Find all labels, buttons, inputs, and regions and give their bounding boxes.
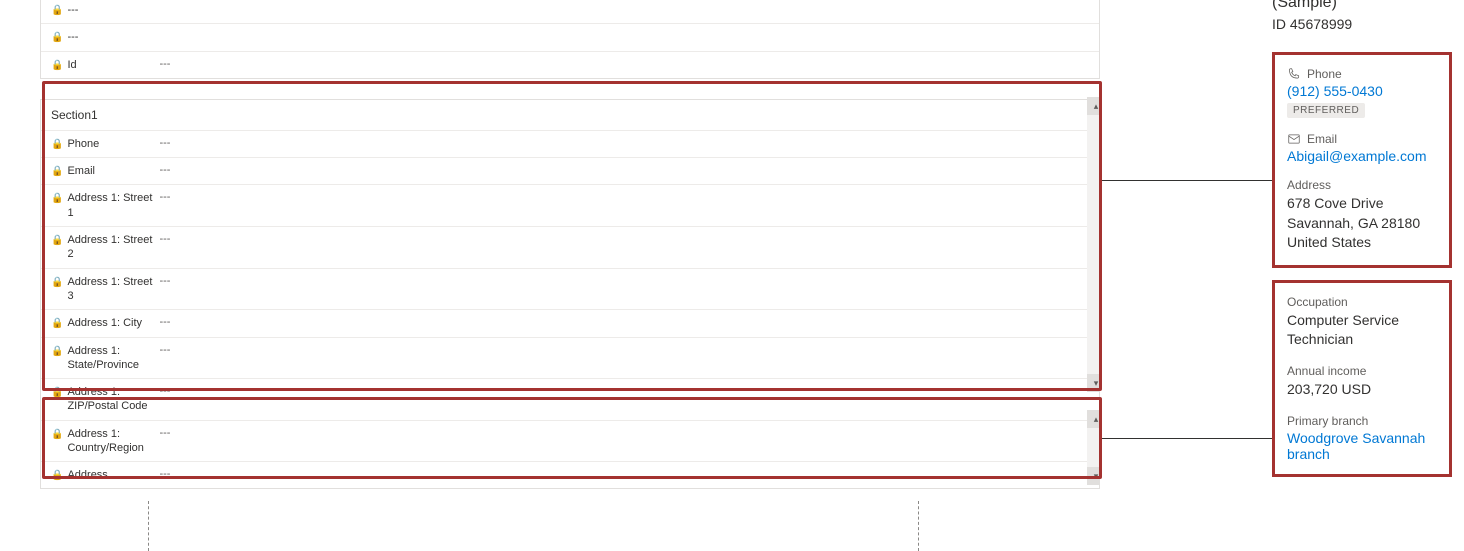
preview-address-value: 678 Cove Drive Savannah, GA 28180 United… [1287,194,1437,253]
field-row[interactable]: 🔒Address 1: ZIP/Postal Code--- [41,379,1099,421]
preview-box-contact: Phone (912) 555-0430 PREFERRED Email Abi… [1272,52,1452,268]
field-row[interactable]: 🔒Address 1: City--- [41,310,1099,337]
section2-scrollbar[interactable]: ▴ ▾ [1087,410,1100,485]
lock-icon: 🔒 [51,344,63,358]
lock-icon: 🔒 [51,191,63,205]
scroll-down-button[interactable]: ▾ [1087,374,1100,392]
lock-icon: 🔒 [51,427,63,441]
lock-icon: 🔒 [51,275,63,289]
field-value: --- [153,427,1089,439]
lock-icon: 🔒 [51,164,63,178]
field-label: Address [63,468,153,482]
field-row[interactable]: 🔒Address--- [41,462,1099,488]
sample-title: (Sample) [1272,0,1452,12]
preferred-badge: PREFERRED [1287,103,1365,118]
field-label: Id [63,58,153,72]
preview-label: Annual income [1287,364,1437,378]
lock-icon: 🔒 [51,233,63,247]
preview-box-profile: Occupation Computer Service Technician A… [1272,280,1452,477]
field-label: Address 1: Country/Region [63,427,153,456]
field-value: --- [153,233,1089,245]
field-value: --- [153,468,1089,480]
field-label: Address 1: Street 2 [63,233,153,262]
field-value: --- [153,58,1089,70]
field-row[interactable]: 🔒 --- [41,0,1099,24]
section-top[interactable]: 🔒 --- 🔒 --- 🔒 Id --- [40,0,1100,79]
field-value: --- [153,344,1089,356]
field-row[interactable]: 🔒Email--- [41,158,1099,185]
field-value: --- [153,191,1089,203]
scroll-up-button[interactable]: ▴ [1087,97,1100,115]
lock-icon: 🔒 [51,58,63,72]
preview-address: Address 678 Cove Drive Savannah, GA 2818… [1287,178,1437,253]
preview-branch: Primary branch Woodgrove Savannah branch [1287,414,1437,462]
preview-label: Occupation [1287,295,1437,309]
field-label: Phone [63,137,153,151]
lock-icon: 🔒 [51,3,63,17]
field-label: Address 1: City [63,316,153,330]
scroll-down-button[interactable]: ▾ [1087,467,1100,485]
sample-id: ID 45678999 [1272,16,1452,32]
preview-pane: (Sample) ID 45678999 Phone (912) 555-043… [1272,0,1452,477]
field-label: Email [63,164,153,178]
field-label: Address 1: Street 1 [63,191,153,220]
field-row[interactable]: 🔒Address 1: Street 3--- [41,269,1099,311]
field-row[interactable]: 🔒Phone--- [41,131,1099,158]
preview-label: Address [1287,178,1437,192]
field-label: Address 1: ZIP/Postal Code [63,385,153,414]
mail-icon [1287,132,1301,146]
section-header[interactable]: Section1 [41,100,1099,131]
field-label: --- [63,3,153,17]
lock-icon: 🔒 [51,137,63,151]
field-value: --- [153,316,1089,328]
connector-line [1102,438,1272,439]
preview-income-value: 203,720 USD [1287,380,1437,400]
dashed-guide [918,501,919,551]
field-value: --- [153,137,1089,149]
field-label: --- [63,30,153,44]
lock-icon: 🔒 [51,316,63,330]
preview-phone: Phone (912) 555-0430 PREFERRED [1287,67,1437,118]
field-row[interactable]: 🔒Address 1: Street 1--- [41,185,1099,227]
phone-icon [1287,67,1301,81]
section-1[interactable]: Section1 🔒Phone--- 🔒Email--- 🔒Address 1:… [40,99,1100,489]
preview-occupation-value: Computer Service Technician [1287,311,1437,350]
preview-email-value[interactable]: Abigail@example.com [1287,148,1437,164]
preview-phone-value[interactable]: (912) 555-0430 [1287,83,1437,99]
preview-label: Email [1307,132,1337,146]
preview-income: Annual income 203,720 USD [1287,364,1437,400]
field-value: --- [153,164,1089,176]
preview-occupation: Occupation Computer Service Technician [1287,295,1437,350]
field-row[interactable]: 🔒Address 1: State/Province--- [41,338,1099,380]
dashed-guide [148,501,149,551]
field-value: --- [153,275,1089,287]
field-row[interactable]: 🔒Address 1: Country/Region--- [41,421,1099,463]
field-row[interactable]: 🔒 --- [41,24,1099,51]
lock-icon: 🔒 [51,30,63,44]
lock-icon: 🔒 [51,385,63,399]
preview-branch-value[interactable]: Woodgrove Savannah branch [1287,430,1437,462]
connector-line [1102,180,1272,181]
form-designer: 🔒 --- 🔒 --- 🔒 Id --- Section1 🔒Phone--- … [40,0,1100,505]
preview-email: Email Abigail@example.com [1287,132,1437,164]
scroll-up-button[interactable]: ▴ [1087,410,1100,428]
field-row[interactable]: 🔒 Id --- [41,52,1099,78]
field-value: --- [153,385,1089,397]
preview-label: Primary branch [1287,414,1437,428]
field-label: Address 1: State/Province [63,344,153,373]
preview-label: Phone [1307,67,1342,81]
lock-icon: 🔒 [51,468,63,482]
field-row[interactable]: 🔒Address 1: Street 2--- [41,227,1099,269]
section1-scrollbar[interactable]: ▴ ▾ [1087,97,1100,392]
field-label: Address 1: Street 3 [63,275,153,304]
